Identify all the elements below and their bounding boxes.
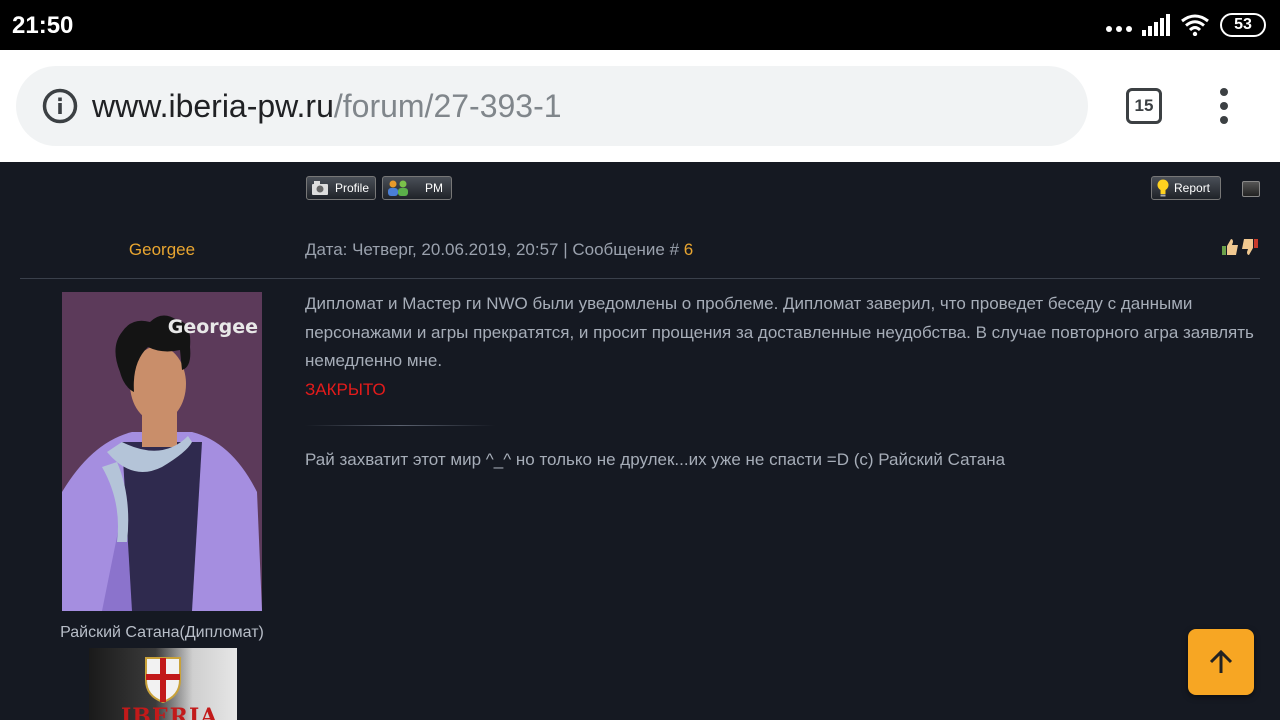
profile-button[interactable]: Profile [306,176,376,200]
status-time: 21:50 [12,12,74,39]
notification-dots-icon [1106,26,1132,32]
avatar: Georgee [62,292,262,611]
thumb-down-icon[interactable] [1241,238,1259,256]
signature-divider [305,425,495,426]
author-group: Райский Сатана(Дипломат) [60,624,264,641]
avatar-illustration [62,292,262,611]
banner-text: IBERIA [121,704,219,720]
address-bar[interactable]: www.iberia-pw.ru/forum/27-393-1 [16,66,1088,146]
post-meta: Дата: Четверг, 20.06.2019, 20:57 | Сообщ… [305,240,693,260]
post-number[interactable]: 6 [684,240,693,259]
info-icon[interactable] [42,88,78,124]
quote-icon[interactable] [1242,181,1260,197]
battery-icon: 53 [1220,13,1266,37]
post-status: ЗАКРЫТО [305,379,386,399]
url-host: www.iberia-pw.ru [92,88,334,124]
scroll-top-button[interactable] [1188,629,1254,695]
profile-button-label: Profile [335,181,370,195]
url-path: /forum/27-393-1 [333,88,562,124]
post-signature: Рай захватит этот мир ^_^ но только не д… [305,450,1006,469]
clan-banner: IBERIA [89,648,237,720]
post-body: Дипломат и Мастер ги NWO были уведомлены… [305,290,1260,404]
post-text: Дипломат и Мастер ги NWO были уведомлены… [305,294,1254,370]
status-icons: 53 [1106,12,1266,38]
report-button-label: Report [1174,181,1211,195]
pm-button-label: PM [425,181,443,195]
post-divider [20,278,1260,279]
browser-toolbar: www.iberia-pw.ru/forum/27-393-1 15 [0,50,1280,162]
post-author[interactable]: Georgee [20,240,304,260]
pm-button[interactable]: PM [382,176,452,200]
signal-icon [1142,14,1170,36]
more-vert-icon[interactable] [1214,88,1234,124]
tabs-button[interactable]: 15 [1126,88,1162,124]
arrow-up-icon [1209,649,1233,673]
lightbulb-icon [1157,179,1169,197]
rating-controls [1221,238,1259,256]
url-text[interactable]: www.iberia-pw.ru/forum/27-393-1 [92,86,562,126]
shield-icon [145,657,181,704]
report-button[interactable]: Report [1151,176,1221,200]
profile-icon [312,181,328,195]
users-icon [388,180,408,196]
forum-content: Profile PM Report Georgee Дата: Четверг,… [0,162,1280,720]
status-bar: 21:50 53 [0,0,1280,50]
wifi-icon [1181,14,1209,36]
avatar-caption: Georgee [167,316,258,338]
thumb-up-icon[interactable] [1221,238,1239,256]
post-date: Дата: Четверг, 20.06.2019, 20:57 | Сообщ… [305,240,684,259]
